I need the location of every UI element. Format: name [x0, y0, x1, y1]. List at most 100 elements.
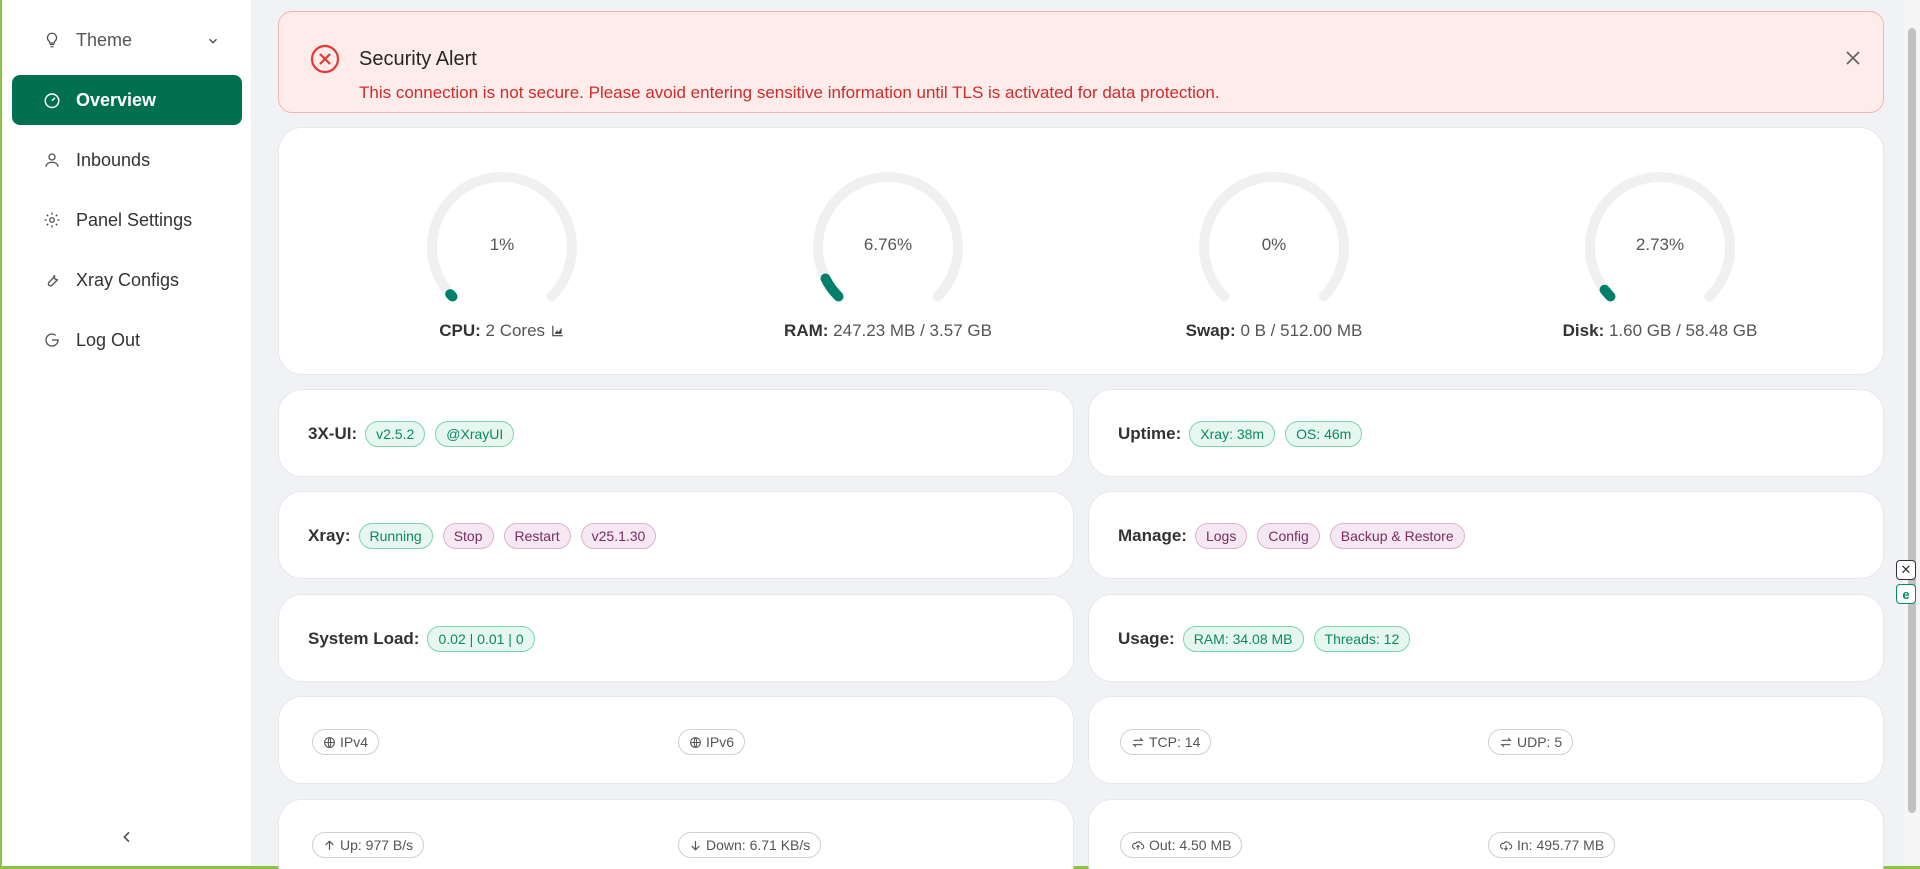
out-traffic-badge: Out: 4.50 MB — [1120, 832, 1243, 858]
theme-menu[interactable]: Theme — [12, 15, 242, 65]
sidebar-item-label: Overview — [76, 89, 157, 110]
uptime-row: Uptime: Xray: 38m OS: 46m — [1118, 421, 1372, 447]
page-scrollbar[interactable] — [1904, 0, 1920, 866]
globe-icon — [323, 736, 336, 749]
config-button[interactable]: Config — [1257, 523, 1320, 549]
gauge-label-name: Disk: — [1562, 321, 1605, 340]
tcp-label: TCP: 14 — [1149, 734, 1201, 750]
xray-restart-button[interactable]: Restart — [503, 523, 571, 549]
gauge-label-name: Swap: — [1185, 321, 1236, 340]
uptime-label: Uptime: — [1118, 424, 1182, 443]
usage-row: Usage: RAM: 34.08 MB Threads: 12 — [1118, 626, 1420, 652]
chevron-left-icon — [119, 828, 135, 851]
manage-label: Manage: — [1118, 526, 1187, 545]
cloud-upload-icon — [1131, 839, 1145, 852]
manage-row: Manage: Logs Config Backup & Restore — [1118, 523, 1475, 549]
usage-label: Usage: — [1118, 629, 1175, 648]
uptime-xray-badge: Xray: 38m — [1189, 421, 1276, 447]
cloud-download-icon — [1499, 839, 1513, 852]
logout-icon — [42, 330, 62, 350]
xray-row: Xray: Running Stop Restart v25.1.30 — [308, 523, 666, 549]
sidebar-item-label: Panel Settings — [76, 209, 193, 230]
udp-label: UDP: 5 — [1517, 734, 1563, 750]
up-row: Up: 977 B/s — [312, 832, 434, 858]
xray-label: Xray: — [308, 526, 351, 545]
logs-button[interactable]: Logs — [1194, 523, 1248, 549]
gauge-disk: 2.73% — [1580, 167, 1740, 307]
ipv6-badge[interactable]: IPv6 — [678, 729, 746, 755]
usage-ram-badge: RAM: 34.08 MB — [1182, 626, 1304, 652]
gauge-percent: 0% — [1261, 235, 1287, 254]
gauge-label-name: RAM: — [784, 321, 829, 340]
bulb-icon — [42, 30, 62, 50]
xray-version-button[interactable]: v25.1.30 — [580, 523, 657, 549]
gauge-cpu: 1% — [422, 167, 582, 307]
gauge-percent: 1% — [489, 235, 515, 254]
usage-threads-badge: Threads: 12 — [1313, 626, 1411, 652]
theme-label: Theme — [76, 29, 133, 50]
in-traffic-badge: In: 495.77 MB — [1488, 832, 1616, 858]
sidebar-item-panel-settings[interactable]: Panel Settings — [12, 195, 242, 245]
arrow-down-icon — [689, 839, 702, 852]
gauge-label-ram: RAM: 247.23 MB / 3.57 GB — [728, 321, 1048, 341]
error-circle-icon — [309, 43, 341, 75]
in-row: In: 495.77 MB — [1488, 832, 1625, 858]
up-speed-badge: Up: 977 B/s — [312, 832, 425, 858]
in-label: In: 495.77 MB — [1517, 837, 1605, 853]
close-icon[interactable] — [1843, 48, 1863, 68]
wrench-icon — [42, 270, 62, 290]
gauge-fill-arc — [820, 273, 844, 302]
extension-e-icon[interactable]: e — [1896, 584, 1916, 604]
user-icon — [42, 150, 62, 170]
collapse-sidebar-button[interactable] — [112, 826, 142, 852]
sidebar-item-logout[interactable]: Log Out — [12, 315, 242, 365]
version-row: 3X-UI: v2.5.2 @XrayUI — [308, 421, 524, 447]
gauge-ram: 6.76% — [808, 167, 968, 307]
gauge-label-swap: Swap: 0 B / 512.00 MB — [1114, 321, 1434, 341]
gauge-fill-arc — [445, 289, 458, 302]
gauge-label-disk: Disk: 1.60 GB / 58.48 GB — [1500, 321, 1820, 341]
load-label: System Load: — [308, 629, 420, 648]
sidebar-item-overview[interactable]: Overview — [12, 75, 242, 125]
dashboard-icon — [42, 90, 62, 110]
tcp-badge: TCP: 14 — [1120, 729, 1212, 755]
gauge-label-name: CPU: — [439, 321, 481, 340]
gauge-swap: 0% — [1194, 167, 1354, 307]
tcp-row: TCP: 14 — [1120, 729, 1221, 755]
ui-version-badge: v2.5.2 — [365, 421, 426, 447]
ui-channel-badge[interactable]: @XrayUI — [435, 421, 515, 447]
scrollbar-thumb[interactable] — [1908, 28, 1916, 813]
ipv6-row: IPv6 — [678, 729, 755, 755]
out-row: Out: 4.50 MB — [1120, 832, 1252, 858]
arrow-up-icon — [323, 839, 336, 852]
swap-arrows-icon — [1131, 736, 1145, 749]
gauge-fill-arc — [1599, 284, 1616, 302]
sidebar-item-label: Xray Configs — [76, 269, 180, 290]
load-value-badge: 0.02 | 0.01 | 0 — [427, 626, 535, 652]
backup-restore-button[interactable]: Backup & Restore — [1329, 523, 1465, 549]
chart-icon[interactable] — [550, 323, 565, 343]
sidebar-item-inbounds[interactable]: Inbounds — [12, 135, 242, 185]
info-card-ip — [278, 696, 1074, 784]
xray-status-badge: Running — [358, 523, 433, 549]
sidebar: Theme Overview Inbounds Panel Settings X… — [2, 0, 251, 866]
load-row: System Load: 0.02 | 0.01 | 0 — [308, 626, 545, 652]
ipv4-badge[interactable]: IPv4 — [312, 729, 380, 755]
uptime-os-badge: OS: 46m — [1285, 421, 1363, 447]
sidebar-item-xray-configs[interactable]: Xray Configs — [12, 255, 242, 305]
close-circle-icon[interactable]: ✕ — [1896, 560, 1916, 580]
alert-message: This connection is not secure. Please av… — [359, 83, 1220, 102]
up-label: Up: 977 B/s — [340, 837, 414, 853]
globe-icon — [689, 736, 702, 749]
udp-badge: UDP: 5 — [1488, 729, 1574, 755]
chevron-down-icon — [206, 32, 220, 53]
ui-label: 3X-UI: — [308, 424, 358, 443]
alert-title: Security Alert — [359, 48, 477, 70]
ipv6-label: IPv6 — [706, 734, 735, 750]
down-label: Down: 6.71 KB/s — [706, 837, 811, 853]
down-row: Down: 6.71 KB/s — [678, 832, 831, 858]
xray-stop-button[interactable]: Stop — [442, 523, 494, 549]
gauge-label-cpu: CPU: 2 Cores — [342, 321, 662, 343]
gauge-percent: 6.76% — [863, 235, 913, 254]
gauge-label-detail: 1.60 GB / 58.48 GB — [1608, 321, 1758, 340]
